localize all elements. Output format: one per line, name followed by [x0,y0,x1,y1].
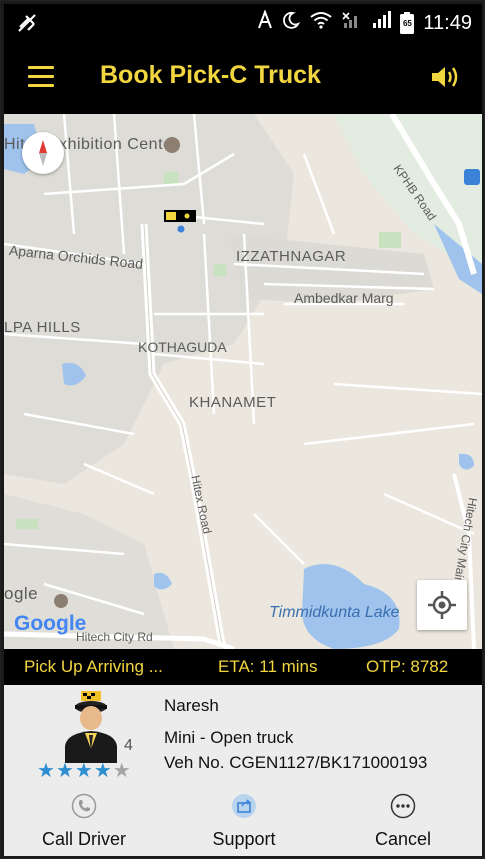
speaker-icon[interactable] [430,64,462,95]
more-options-icon [390,793,416,819]
clock: 11:49 [423,11,472,34]
star-filled-icon: ★ [74,760,93,782]
bus-stop-icon[interactable] [464,169,480,185]
support-button[interactable]: Support [184,793,304,850]
battery-icon: 65 [400,12,415,34]
call-driver-button[interactable]: Call Driver [24,793,144,850]
driver-name: Naresh [164,696,219,715]
status-bar: 65 11:49 [4,4,482,42]
trip-info-strip: Pick Up Arriving ... ETA: 11 mins OTP: 8… [4,649,482,685]
night-mode-icon [282,11,301,35]
hamburger-menu-icon[interactable] [28,66,54,87]
map-label-hitech-city-rd: Hitech City Rd [76,630,153,644]
rating-number: 4 [124,737,133,754]
poi-icon[interactable] [164,137,180,153]
pickup-status: Pick Up Arriving ... [24,657,163,676]
map-label-timmidkunta: Timmidkunta Lake [269,604,400,621]
map-label-izzathnagar: IZZATHNAGAR [236,248,347,265]
auto-brightness-icon [257,9,273,36]
google-logo: Google [14,612,86,636]
vehicle-type: Mini - Open truck [164,728,294,747]
phone-icon [71,793,97,819]
map-label-alpa-hills: LPA HILLS [4,319,81,336]
signal-icon [371,11,392,35]
driver-avatar [59,691,129,763]
map-label-khanamet: KHANAMET [189,394,277,411]
support-label: Support [212,829,276,849]
star-empty-icon: ★ [112,760,131,782]
poi-icon[interactable] [54,594,68,608]
cancel-label: Cancel [374,829,432,849]
no-mobile-data-icon [16,12,38,40]
google-logo-text: Google [14,612,87,635]
cancel-button[interactable]: Cancel [343,793,463,850]
map-label-ambedkar-marg: Ambedkar Marg [294,290,394,306]
signal-muted-icon [342,11,362,35]
battery-level: 65 [402,19,412,28]
rating-stars: ★ ★ ★ ★ ★ [37,761,131,781]
wifi-icon [309,11,333,35]
eta-text: ETA: 11 mins [218,657,318,676]
my-location-icon[interactable] [417,580,467,630]
star-filled-icon: ★ [37,760,55,782]
page-title: Book Pick-C Truck [100,61,321,89]
call-driver-label: Call Driver [41,829,126,849]
vehicle-number: Veh No. CGEN1127/BK171000193 [164,753,428,772]
share-icon [231,793,257,819]
map-label-kothaguda: KOTHAGUDA [138,339,227,355]
app-screen: 65 11:49 Book Pick-C Truck Hitex Exhibit… [0,0,485,859]
compass-icon[interactable] [22,132,64,174]
star-filled-icon: ★ [55,760,74,782]
app-bar: Book Pick-C Truck [4,42,482,114]
star-filled-icon: ★ [93,760,112,782]
driver-card: 4 ★ ★ ★ ★ ★ Naresh Mini - Open truck Veh No.… [4,685,482,856]
map-view[interactable]: Hitex Exhibition Center KPHB Road Aparna… [4,114,482,649]
otp-text: OTP: 8782 [366,657,449,676]
map-label-google-partial: ogle [4,584,39,603]
